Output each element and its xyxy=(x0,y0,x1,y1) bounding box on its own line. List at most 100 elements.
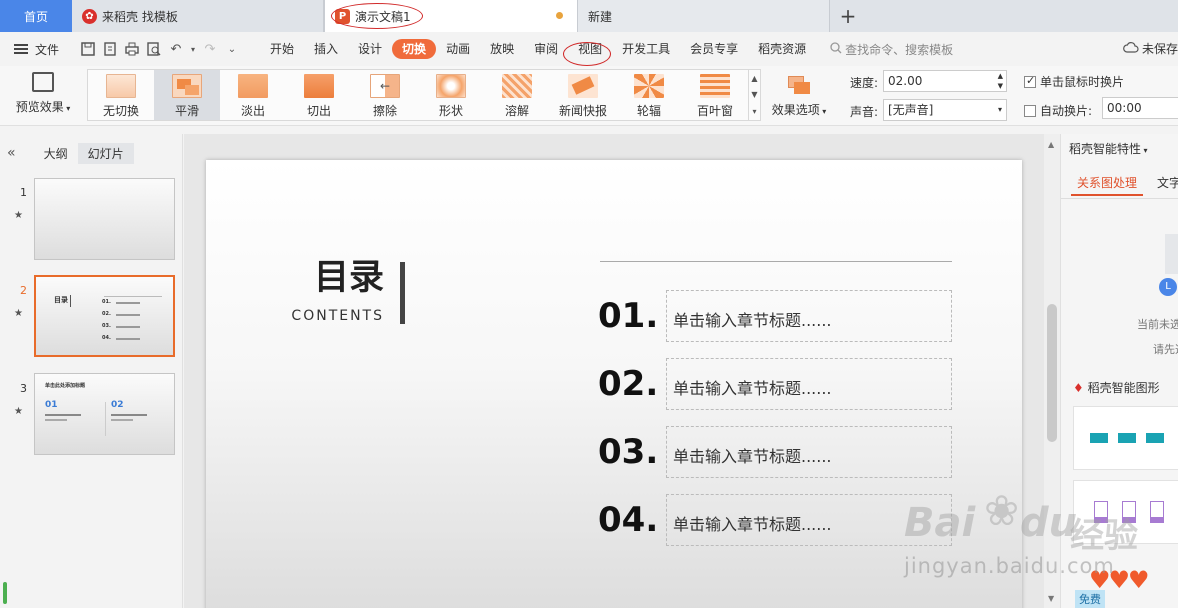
menu-item-docer-resources[interactable]: 稻壳资源 xyxy=(748,39,816,59)
thumb2-item-3: 03. xyxy=(102,323,111,329)
transition-smooth[interactable]: 平滑 xyxy=(154,70,220,120)
transition-smooth-label: 平滑 xyxy=(174,104,199,118)
transition-cut[interactable]: 切出 xyxy=(286,70,352,120)
transition-wipe[interactable]: ← 擦除 xyxy=(352,70,418,120)
preview-effect-button[interactable]: 预览效果 ▾ xyxy=(8,70,78,122)
scroll-down-icon[interactable]: ▼ xyxy=(1048,594,1054,603)
quick-access-toolbar: ↶ ▾ ↷ ⌄ xyxy=(70,41,260,57)
tab-new[interactable]: 新建 xyxy=(578,0,830,32)
effect-options-icon xyxy=(786,74,812,96)
speed-value: 02.00 xyxy=(888,74,923,88)
tab-relation-diagram[interactable]: 关系图处理 xyxy=(1077,174,1137,191)
menu-item-slideshow[interactable]: 放映 xyxy=(480,39,524,59)
undo-icon[interactable]: ↶ xyxy=(168,41,184,57)
gallery-scroll[interactable]: ▲ ▼ ▾ xyxy=(748,70,760,120)
auto-advance-time[interactable]: 00:00 xyxy=(1102,97,1178,119)
transition-fade-label: 淡出 xyxy=(240,104,265,118)
transition-fade[interactable]: 淡出 xyxy=(220,70,286,120)
menu-item-view[interactable]: 视图 xyxy=(568,39,612,59)
chapter-title-box-1[interactable]: 单击输入章节标题...... xyxy=(666,290,952,342)
tab-outline[interactable]: 大纲 xyxy=(34,143,78,164)
print-icon[interactable] xyxy=(124,41,140,57)
auto-advance-time-value: 00:00 xyxy=(1107,101,1142,115)
smart-features-header[interactable]: 稻壳智能特性 ▾ xyxy=(1069,140,1148,157)
chapter-number-4: 04. xyxy=(598,500,659,540)
file-menu-label: 文件 xyxy=(35,42,60,57)
transition-newsflash-label: 新闻快报 xyxy=(558,104,607,118)
menu-item-developer[interactable]: 开发工具 xyxy=(612,39,680,59)
tab-home[interactable]: 首页 xyxy=(0,0,72,32)
save-status[interactable]: 未保存 xyxy=(1123,40,1178,57)
tab-text[interactable]: 文字 xyxy=(1157,174,1178,191)
on-click-advance[interactable]: 单击鼠标时换片 xyxy=(1024,73,1124,90)
auto-advance-checkbox[interactable] xyxy=(1024,105,1036,117)
menu-item-member[interactable]: 会员专享 xyxy=(680,39,748,59)
menu-item-insert[interactable]: 插入 xyxy=(304,39,348,59)
menu-item-transition[interactable]: 切换 xyxy=(392,39,437,59)
slide-thumbnail-3[interactable]: 单击此处添加标题 01 02 xyxy=(34,373,175,455)
transition-wheel[interactable]: 轮辐 xyxy=(616,70,682,120)
speed-spin-icon[interactable]: ▲ ▼ xyxy=(998,71,1003,91)
cloud-icon xyxy=(1123,41,1139,56)
auto-advance[interactable]: 自动换片: xyxy=(1024,102,1092,119)
menu-item-design[interactable]: 设计 xyxy=(348,39,392,59)
command-search-placeholder: 查找命令、搜索模板 xyxy=(845,42,954,57)
slide-thumbnail-1[interactable] xyxy=(34,178,175,260)
menu-item-animation[interactable]: 动画 xyxy=(436,39,480,59)
sound-label: 声音: xyxy=(850,105,879,119)
sound-select[interactable]: [无声音] ▾ xyxy=(883,99,1007,121)
slide-editing-area: 目录 CONTENTS 01. 单击输入章节标题...... 02. 单击输入章… xyxy=(184,134,1044,608)
transition-smooth-icon xyxy=(172,74,202,98)
current-slide[interactable]: 目录 CONTENTS 01. 单击输入章节标题...... 02. 单击输入章… xyxy=(206,160,1022,608)
transition-blinds[interactable]: 百叶窗 xyxy=(682,70,748,120)
scroll-up-icon[interactable]: ▲ xyxy=(1048,140,1054,149)
transition-none[interactable]: 无切换 xyxy=(88,70,154,120)
file-menu-button[interactable]: 文件 xyxy=(0,41,70,58)
speed-input[interactable]: 02.00 ▲ ▼ xyxy=(883,70,1007,92)
collapse-panel-icon[interactable]: « xyxy=(7,145,16,161)
gallery-up-icon[interactable]: ▲ xyxy=(751,74,757,83)
add-tab-button[interactable]: + xyxy=(830,0,866,32)
print-preview-icon[interactable] xyxy=(146,41,162,57)
on-click-checkbox[interactable] xyxy=(1024,74,1036,88)
chapter-title-3: 单击输入章节标题...... xyxy=(673,447,832,466)
tab-slides[interactable]: 幻灯片 xyxy=(77,142,134,164)
customize-toolbar-icon[interactable]: ⌄ xyxy=(224,41,240,57)
command-search[interactable]: 查找命令、搜索模板 xyxy=(830,41,953,58)
on-click-label: 单击鼠标时换片 xyxy=(1040,75,1125,89)
smart-graphics-title: 稻壳智能图形 xyxy=(1087,381,1160,395)
canvas-vertical-scrollbar[interactable]: ▲ ▼ xyxy=(1044,134,1060,608)
slide-star-icon-3: ★ xyxy=(14,406,23,417)
slide-title[interactable]: 目录 xyxy=(306,258,384,298)
export-pdf-icon[interactable] xyxy=(102,41,118,57)
empty-state-illustration xyxy=(1165,234,1178,274)
save-icon[interactable] xyxy=(80,41,96,57)
speed-label: 速度: xyxy=(850,76,879,90)
chapter-title-box-2[interactable]: 单击输入章节标题...... xyxy=(666,358,952,410)
undo-dropdown-icon[interactable]: ▾ xyxy=(190,41,196,57)
chapter-title-box-3[interactable]: 单击输入章节标题...... xyxy=(666,426,952,478)
effect-options-button[interactable]: 效果选项 ▾ xyxy=(768,70,830,122)
menu-bar: 文件 ↶ ▾ ↷ ⌄ 开始 插入 设计 切换 动画 放映 审阅 视图 开发工具 … xyxy=(0,32,1178,66)
chapter-title-box-4[interactable]: 单击输入章节标题...... xyxy=(666,494,952,546)
transition-wipe-label: 擦除 xyxy=(372,104,397,118)
transition-newsflash[interactable]: 新闻快报 xyxy=(550,70,616,120)
left-panel-scroll-marker xyxy=(3,582,7,604)
gallery-expand-icon[interactable]: ▾ xyxy=(752,107,756,116)
tab-document[interactable]: P 演示文稿1 xyxy=(324,0,578,32)
tab-template[interactable]: ✿ 来稻壳 找模板 xyxy=(72,0,324,32)
slide-subtitle[interactable]: CONTENTS xyxy=(278,308,384,324)
transition-dissolve[interactable]: 溶解 xyxy=(484,70,550,120)
canvas-scroll-thumb[interactable] xyxy=(1047,304,1057,442)
gallery-down-icon[interactable]: ▼ xyxy=(751,90,757,99)
redo-icon[interactable]: ↷ xyxy=(202,41,218,57)
smart-graphic-card-1[interactable] xyxy=(1073,406,1178,470)
menu-item-home[interactable]: 开始 xyxy=(260,39,304,59)
smart-graphic-card-2[interactable] xyxy=(1073,480,1178,544)
presentation-file-icon: P xyxy=(335,8,350,24)
menu-item-review[interactable]: 审阅 xyxy=(524,39,568,59)
transition-shape[interactable]: 形状 xyxy=(418,70,484,120)
slide-thumbnail-2[interactable]: 目录 01. 02. 03. 04. xyxy=(34,275,175,357)
transition-cut-label: 切出 xyxy=(306,104,331,118)
transition-none-icon xyxy=(106,74,136,98)
